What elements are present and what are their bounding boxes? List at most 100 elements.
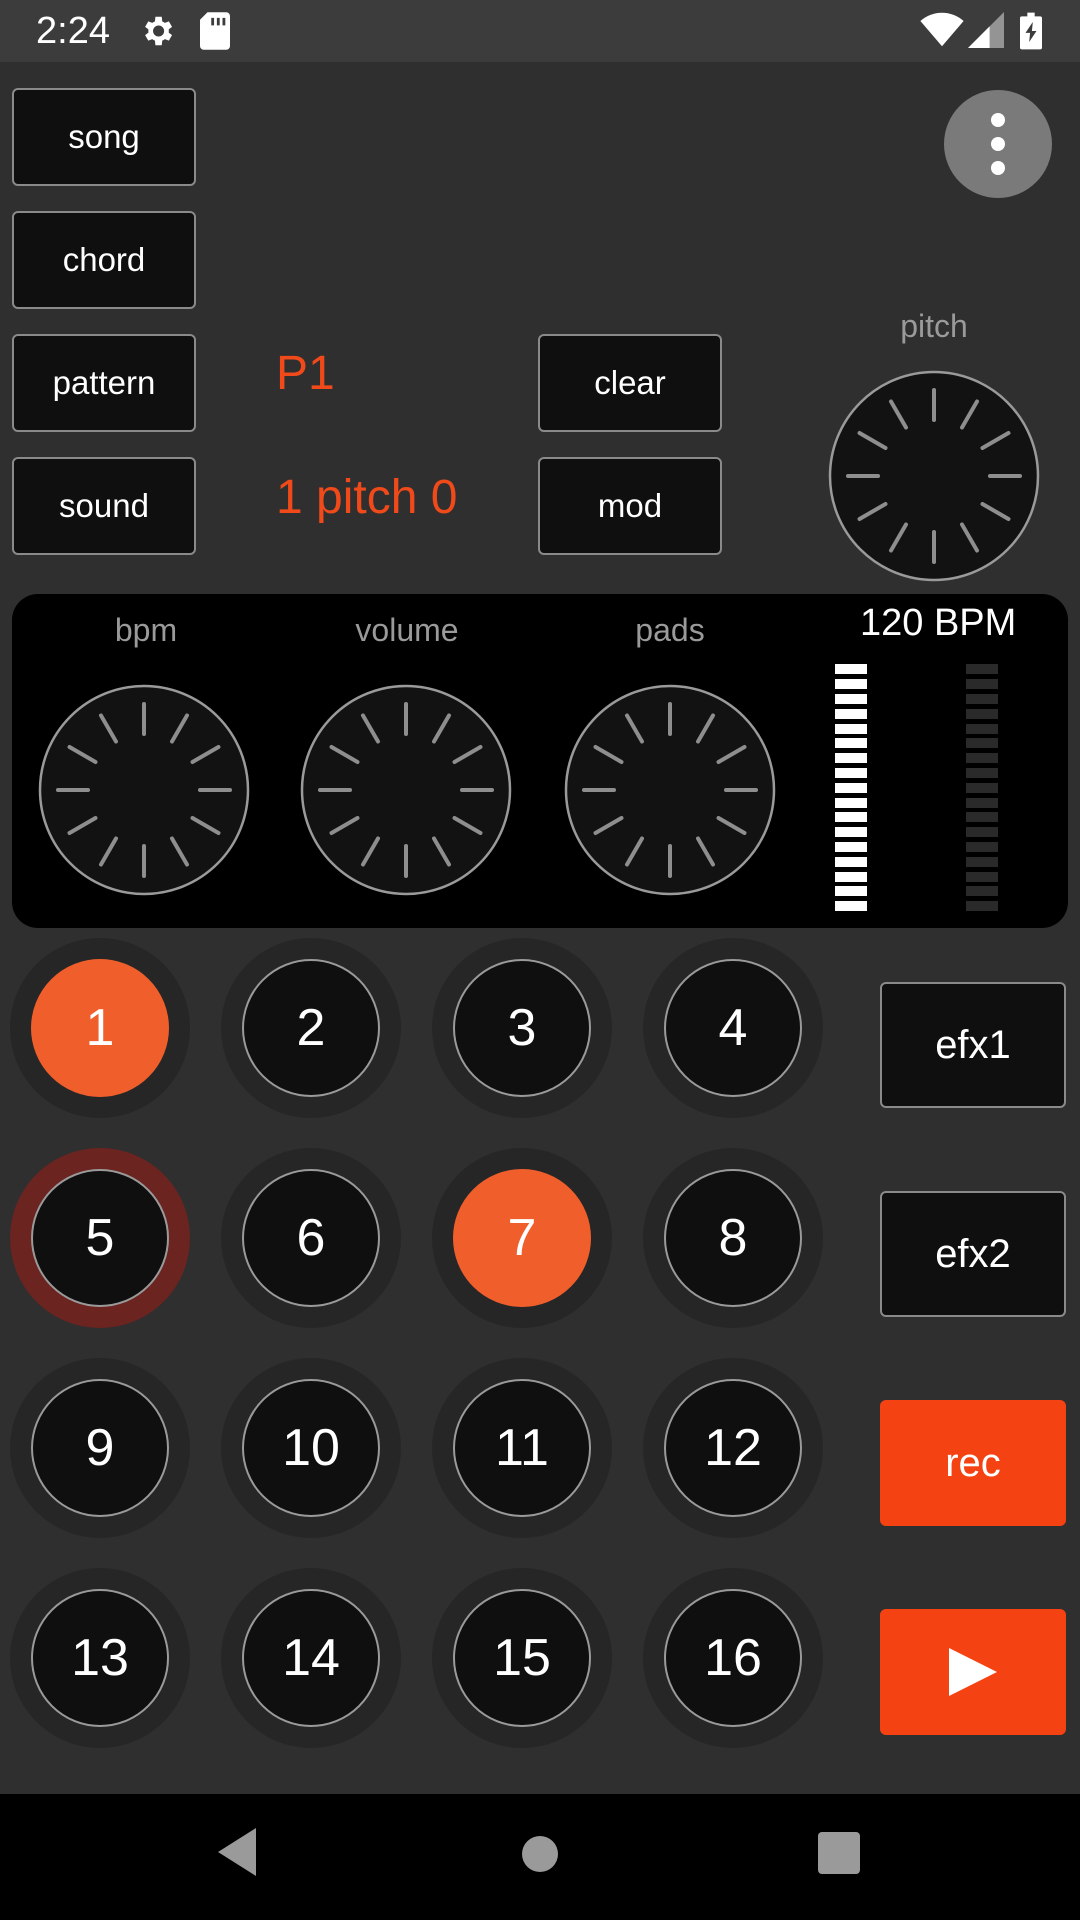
- meter-segment: [966, 679, 998, 690]
- gear-icon: [145, 16, 173, 46]
- meter-segment: [966, 901, 998, 912]
- pad-ring: 9: [10, 1358, 190, 1538]
- meter-segment: [966, 738, 998, 749]
- meter-segment: [966, 797, 998, 808]
- pad-ring: 7: [432, 1148, 612, 1328]
- meter-segment: [835, 856, 867, 867]
- more-options-button[interactable]: [944, 90, 1052, 198]
- pad-ring: 11: [432, 1358, 612, 1538]
- clear-button[interactable]: clear: [538, 334, 722, 432]
- tempo-display: 120 BPM: [860, 602, 1017, 644]
- bpm-knob[interactable]: [36, 682, 252, 898]
- pad-8[interactable]: 8: [664, 1169, 802, 1307]
- pad-13[interactable]: 13: [31, 1589, 169, 1727]
- pad-16[interactable]: 16: [664, 1589, 802, 1727]
- battery-charging-icon: [1020, 12, 1042, 50]
- wifi-icon: [920, 12, 964, 47]
- meter-segment: [966, 723, 998, 734]
- meter-segment: [966, 886, 998, 897]
- play-icon: [949, 1648, 997, 1696]
- status-bar: 2:24: [0, 0, 1080, 62]
- play-button[interactable]: [880, 1609, 1066, 1735]
- meter-segment: [835, 664, 867, 675]
- pad-ring: 4: [643, 938, 823, 1118]
- bpm-knob-label: bpm: [114, 612, 178, 648]
- meter-segment: [966, 871, 998, 882]
- pad-ring: 15: [432, 1568, 612, 1748]
- meter-segment: [966, 827, 998, 838]
- pad-ring: 10: [221, 1358, 401, 1538]
- pad-ring: 2: [221, 938, 401, 1118]
- pad-ring: 14: [221, 1568, 401, 1748]
- signal-icon: [968, 12, 1004, 48]
- pad-6[interactable]: 6: [242, 1169, 380, 1307]
- meter-segment: [835, 694, 867, 704]
- meter-segment: [835, 679, 867, 690]
- pad-9[interactable]: 9: [31, 1379, 169, 1517]
- meter-segment: [835, 708, 867, 719]
- meter-segment: [835, 812, 867, 823]
- pad-2[interactable]: 2: [242, 959, 380, 1097]
- meter-segment: [966, 753, 998, 764]
- level-meter-left: [835, 664, 867, 916]
- recents-icon[interactable]: [814, 1824, 864, 1880]
- rec-button[interactable]: rec: [880, 1400, 1066, 1526]
- meter-segment: [835, 768, 867, 778]
- volume-knob-label: volume: [355, 612, 459, 648]
- pad-7[interactable]: 7: [453, 1169, 591, 1307]
- meter-segment: [966, 842, 998, 852]
- pads-knob[interactable]: [562, 682, 778, 898]
- meter-segment: [966, 812, 998, 823]
- pad-ring: 5: [10, 1148, 190, 1328]
- pad-3[interactable]: 3: [453, 959, 591, 1097]
- pad-5[interactable]: 5: [31, 1169, 169, 1307]
- sound-button[interactable]: sound: [12, 457, 196, 555]
- pad-14[interactable]: 14: [242, 1589, 380, 1727]
- pad-4[interactable]: 4: [664, 959, 802, 1097]
- meter-segment: [835, 901, 867, 912]
- pad-ring: 6: [221, 1148, 401, 1328]
- mod-button[interactable]: mod: [538, 457, 722, 555]
- meter-segment: [835, 842, 867, 852]
- pattern-name: P1: [276, 347, 335, 400]
- pad-12[interactable]: 12: [664, 1379, 802, 1517]
- navigation-bar: [0, 1794, 1080, 1920]
- pattern-button[interactable]: pattern: [12, 334, 196, 432]
- efx1-button[interactable]: efx1: [880, 982, 1066, 1108]
- pad-ring: 3: [432, 938, 612, 1118]
- meter-segment: [835, 871, 867, 882]
- meter-segment: [835, 782, 867, 793]
- meter-segment: [966, 782, 998, 793]
- pad-15[interactable]: 15: [453, 1589, 591, 1727]
- pad-ring: 12: [643, 1358, 823, 1538]
- back-icon[interactable]: [212, 1824, 262, 1880]
- pad-11[interactable]: 11: [453, 1379, 591, 1517]
- efx2-button[interactable]: efx2: [880, 1191, 1066, 1317]
- pads-knob-label: pads: [635, 612, 705, 648]
- pad-ring: 8: [643, 1148, 823, 1328]
- meter-segment: [966, 708, 998, 719]
- pad-ring: 1: [10, 938, 190, 1118]
- pitch-knob[interactable]: [826, 368, 1042, 584]
- meter-segment: [835, 797, 867, 808]
- meter-segment: [966, 694, 998, 704]
- pitch-knob-label: pitch: [900, 308, 968, 344]
- volume-knob[interactable]: [298, 682, 514, 898]
- pad-ring: 16: [643, 1568, 823, 1748]
- meter-segment: [835, 753, 867, 764]
- chord-button[interactable]: chord: [12, 211, 196, 309]
- home-icon[interactable]: [510, 1824, 570, 1884]
- sd-card-icon: [200, 12, 230, 50]
- pad-10[interactable]: 10: [242, 1379, 380, 1517]
- pad-ring: 13: [10, 1568, 190, 1748]
- meter-segment: [835, 827, 867, 838]
- meter-segment: [835, 723, 867, 734]
- meter-segment: [966, 856, 998, 867]
- sound-info: 1 pitch 0: [276, 471, 458, 524]
- meter-segment: [835, 738, 867, 749]
- pad-1[interactable]: 1: [31, 959, 169, 1097]
- song-button[interactable]: song: [12, 88, 196, 186]
- meter-segment: [966, 664, 998, 675]
- level-meter-right: [966, 664, 998, 916]
- status-time: 2:24: [36, 10, 110, 52]
